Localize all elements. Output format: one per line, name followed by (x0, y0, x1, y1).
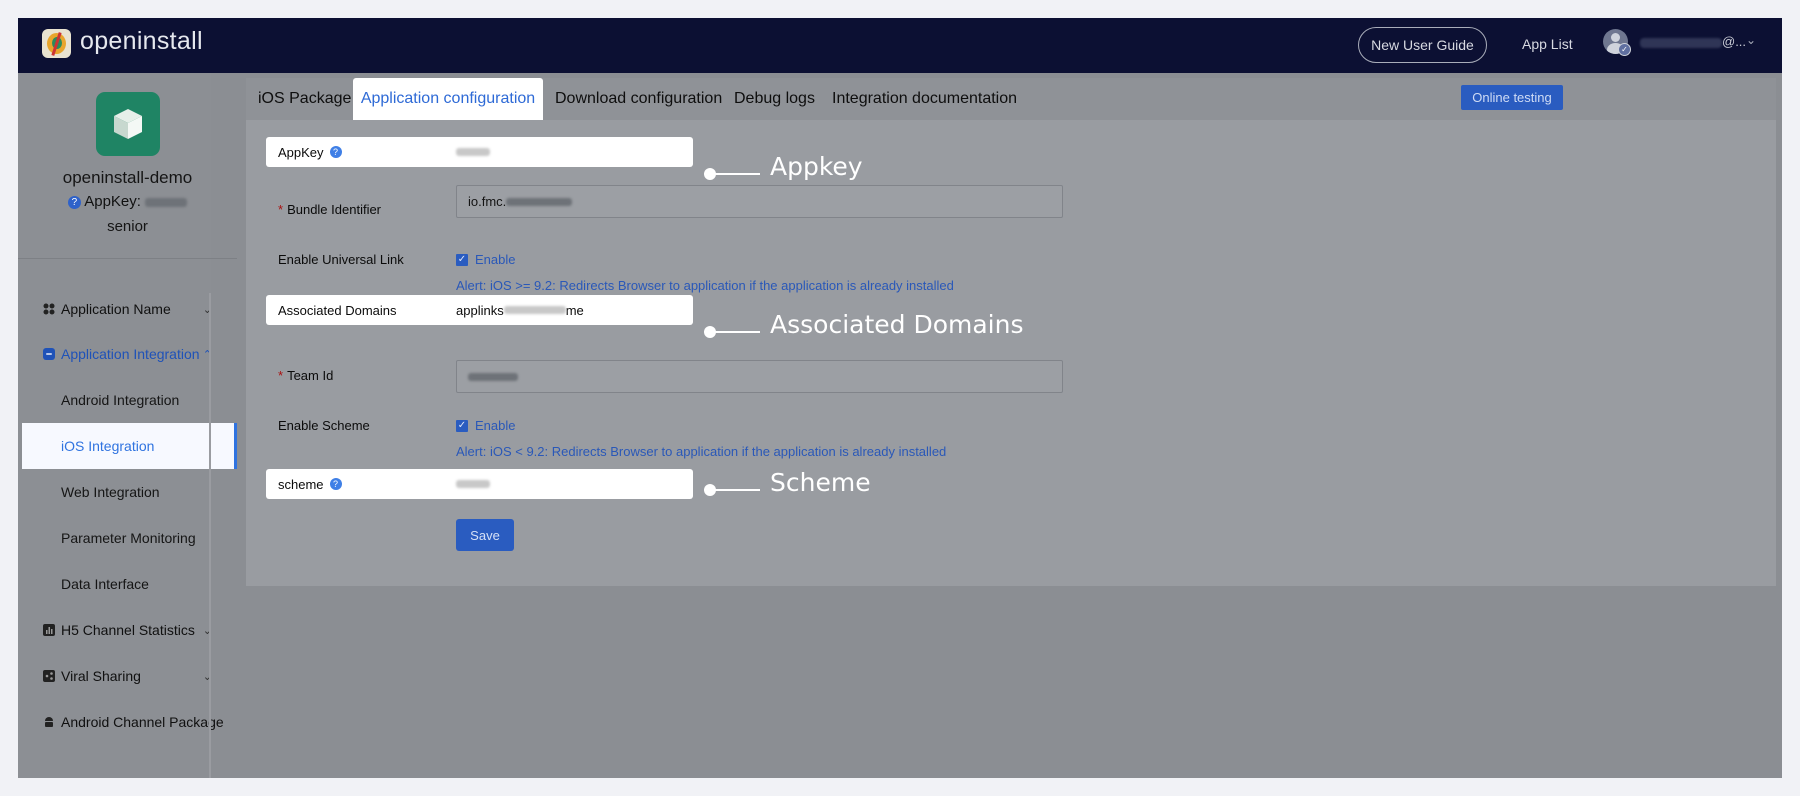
divider (18, 258, 237, 259)
team-id-label: * Team Id (278, 368, 333, 383)
sidebar-subitem-web-integration[interactable]: Web Integration (18, 469, 237, 515)
required-mark: * (278, 368, 284, 383)
sidebar-item-label: Android Channel Package (61, 714, 224, 730)
appkey-label: AppKey: (84, 193, 141, 210)
team-id-label-text: Team Id (287, 368, 334, 383)
tab-download-configuration[interactable]: Download configuration (555, 78, 722, 120)
enable-label: Enable (475, 252, 516, 267)
callout-scheme: Scheme (770, 468, 871, 497)
blurred-username (1640, 38, 1722, 48)
domains-prefix: applinks (456, 302, 504, 318)
tab-application-configuration[interactable]: Application configuration (353, 78, 543, 120)
tab-integration-documentation[interactable]: Integration documentation (832, 78, 1017, 120)
sidebar-scrollbar[interactable] (209, 293, 211, 778)
scheme-checkbox[interactable]: ✓ Enable (456, 418, 515, 433)
tab-ios-package[interactable]: iOS Package (258, 78, 351, 120)
online-testing-button[interactable]: Online testing (1461, 85, 1563, 110)
associated-domains-row: Associated Domains applinks me (266, 295, 693, 325)
tab-debug-logs[interactable]: Debug logs (734, 78, 815, 120)
blurred-team-id (468, 372, 518, 381)
help-icon[interactable]: ? (329, 146, 342, 158)
callout-connector (704, 168, 764, 180)
android-icon (43, 716, 55, 728)
universal-link-label: Enable Universal Link (278, 252, 404, 267)
sidebar-appkey: ? AppKey: (18, 193, 237, 210)
required-mark: * (278, 202, 284, 217)
help-icon[interactable]: ? (329, 478, 342, 490)
chart-icon (43, 624, 55, 636)
appkey-label-text: AppKey (278, 144, 324, 160)
callout-appkey: Appkey (770, 152, 863, 181)
enable-label: Enable (475, 418, 516, 433)
sidebar-item-label: H5 Channel Statistics (61, 622, 195, 638)
new-user-guide-button[interactable]: New User Guide (1358, 27, 1487, 63)
save-button[interactable]: Save (456, 519, 514, 551)
grid-icon (43, 303, 55, 315)
sidebar-subitem-data-interface[interactable]: Data Interface (18, 561, 237, 607)
top-bar: openinstall New User Guide App List ✓ @.… (18, 18, 1782, 73)
appkey-row: AppKey ? (266, 137, 693, 167)
app-frame: openinstall New User Guide App List ✓ @.… (18, 18, 1782, 778)
bundle-identifier-label: * Bundle Identifier (278, 202, 381, 217)
associated-domains-label: Associated Domains (278, 302, 397, 318)
callout-connector (704, 484, 764, 496)
scheme-value[interactable] (456, 469, 490, 499)
bundle-identifier-input[interactable]: io.fmc. (456, 185, 1063, 218)
scheme-alert: Alert: iOS < 9.2: Redirects Browser to a… (456, 444, 947, 459)
sidebar-item-android-channel-package[interactable]: Android Channel Package (18, 699, 237, 745)
sidebar-subitem-ios-integration[interactable]: iOS Integration (22, 423, 237, 469)
openinstall-logo-icon[interactable] (42, 29, 71, 58)
bundle-identifier-label-text: Bundle Identifier (287, 202, 382, 217)
appkey-value (456, 137, 490, 167)
domains-suffix: me (565, 302, 584, 318)
help-icon[interactable]: ? (67, 196, 81, 209)
sidebar-item-label: Application Integration (61, 346, 200, 362)
universal-link-checkbox[interactable]: ✓ Enable (456, 252, 515, 267)
callout-connector (704, 326, 764, 338)
sidebar-item-label: Application Name (61, 301, 171, 317)
app-name: openinstall-demo (62, 168, 193, 187)
scheme-enable-label: Enable Scheme (278, 418, 370, 433)
scheme-label-text: scheme (278, 476, 324, 492)
app-cube-icon (96, 92, 160, 156)
blurred-appkey (456, 148, 490, 156)
scheme-row: scheme ? (266, 469, 693, 499)
sidebar-item-viral-sharing[interactable]: Viral Sharing ⌄ (18, 653, 237, 699)
appkey-label: AppKey ? (278, 137, 342, 167)
user-email-suffix[interactable]: @... (1722, 34, 1746, 49)
sidebar-subitem-parameter-monitoring[interactable]: Parameter Monitoring (18, 515, 237, 561)
scheme-label: scheme ? (278, 469, 342, 499)
sidebar-item-label: Viral Sharing (61, 668, 141, 684)
callout-associated-domains: Associated Domains (770, 310, 1024, 339)
associated-domains-value[interactable]: applinks me (456, 295, 584, 325)
sidebar: openinstall-demo ? AppKey: senior Applic… (18, 73, 237, 778)
link-icon (43, 348, 55, 360)
share-icon (43, 670, 55, 682)
blurred-scheme (456, 480, 490, 488)
checkbox-checked-icon[interactable]: ✓ (456, 419, 468, 432)
sidebar-item-application-name[interactable]: Application Name ⌄ (18, 286, 237, 332)
brand-name[interactable]: openinstall (80, 27, 203, 56)
vip-badge-icon: ✓ (1618, 43, 1631, 56)
chevron-down-icon[interactable]: ⌄ (1746, 33, 1756, 47)
blurred-bundle-id (506, 197, 573, 206)
tab-bar: iOS Package Application configuration Do… (246, 78, 1776, 120)
checkbox-checked-icon[interactable]: ✓ (456, 253, 468, 266)
blurred-appkey (145, 197, 188, 207)
blurred-domain (503, 306, 566, 314)
universal-link-alert: Alert: iOS >= 9.2: Redirects Browser to … (456, 278, 954, 293)
plan-level: senior (107, 218, 148, 235)
app-list-link[interactable]: App List (1522, 36, 1573, 52)
sidebar-item-application-integration[interactable]: Application Integration ⌃ (18, 331, 237, 377)
sidebar-subitem-android-integration[interactable]: Android Integration (18, 377, 237, 423)
sidebar-item-h5-channel-statistics[interactable]: H5 Channel Statistics ⌄ (18, 607, 237, 653)
bundle-identifier-prefix: io.fmc. (468, 194, 507, 209)
team-id-input[interactable] (456, 360, 1063, 393)
